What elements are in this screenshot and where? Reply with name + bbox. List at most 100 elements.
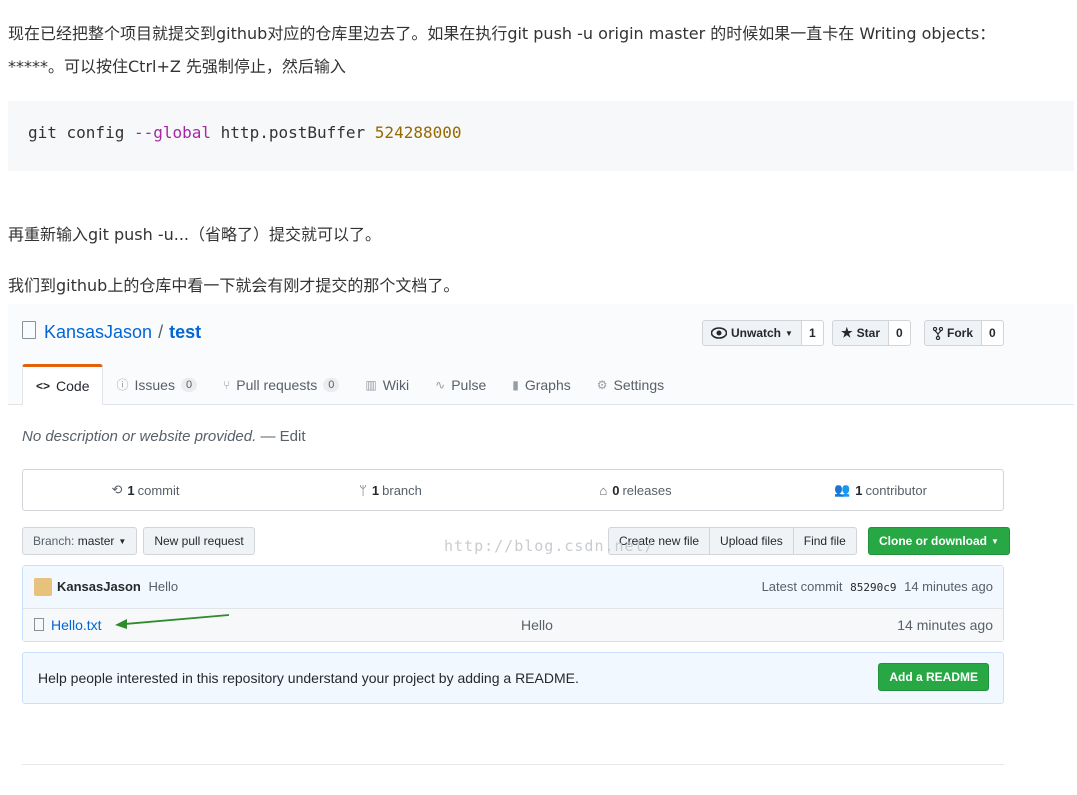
fork-action: Fork 0	[924, 320, 1004, 346]
divider	[22, 764, 1004, 765]
issue-icon: ⓘ	[116, 378, 129, 392]
releases-count: 0	[612, 482, 620, 498]
pulse-icon: ∿	[435, 377, 446, 392]
article-paragraph-1-line-1: 现在已经把整个项目就提交到github对应的仓库里边去了。如果在执行git pu…	[8, 24, 996, 43]
clone-or-download-button[interactable]: Clone or download ▼	[868, 527, 1010, 555]
tab-issues[interactable]: ⓘ Issues 0	[103, 364, 210, 405]
tab-pull-requests[interactable]: ⑂ Pull requests 0	[210, 364, 352, 405]
file-name-link[interactable]: Hello.txt	[51, 617, 102, 633]
tab-code[interactable]: <> Code	[22, 364, 104, 405]
tab-pulse-label: Pulse	[451, 376, 487, 393]
repo-icon	[22, 320, 36, 339]
avatar	[34, 578, 52, 596]
file-table: KansasJason Hello Latest commit 85290c9 …	[22, 565, 1004, 642]
chevron-down-icon: ▼	[991, 536, 999, 546]
star-button[interactable]: ★ Star	[832, 320, 889, 346]
commit-sha-link[interactable]: 85290c9	[850, 581, 896, 594]
commit-message[interactable]: Hello	[148, 579, 178, 594]
graph-icon: ▮	[512, 377, 519, 392]
summary-contributors[interactable]: 👥 1 contributor	[758, 470, 1003, 510]
add-readme-button[interactable]: Add a README	[878, 663, 989, 691]
code-icon: <>	[36, 379, 51, 393]
new-pull-request-button[interactable]: New pull request	[143, 527, 255, 555]
repo-owner-link[interactable]: KansasJason	[44, 322, 152, 343]
tab-settings[interactable]: ⚙ Settings	[584, 364, 677, 405]
code-value: 524288000	[374, 123, 462, 142]
repo-description: No description or website provided. — Ed…	[22, 428, 305, 445]
star-action: ★ Star 0	[832, 320, 911, 346]
fork-icon	[933, 326, 943, 340]
summary-commits[interactable]: ⟲ 1 commit	[23, 470, 268, 510]
branches-label: branch	[382, 482, 422, 498]
repo-tabs: <> Code ⓘ Issues 0 ⑂ Pull requests 0 ▥ W…	[22, 364, 677, 405]
branches-count: 1	[371, 482, 380, 498]
clone-label: Clone or download	[879, 534, 987, 548]
repo-name-link[interactable]: test	[169, 322, 201, 343]
edit-description-link[interactable]: — Edit	[260, 428, 305, 445]
chevron-down-icon: ▼	[118, 536, 127, 546]
file-commit-message[interactable]: Hello	[521, 617, 553, 633]
tab-settings-label: Settings	[613, 376, 665, 393]
article-paragraph-1-line-2: *****。可以按住Ctrl+Z 先强制停止，然后输入	[8, 57, 346, 76]
tab-pull-requests-label: Pull requests	[236, 376, 318, 393]
fork-count[interactable]: 0	[982, 320, 1004, 346]
eye-icon	[711, 327, 727, 339]
branch-prefix: Branch:	[33, 534, 75, 548]
watch-count[interactable]: 1	[801, 320, 824, 346]
star-icon: ★	[841, 325, 853, 340]
latest-commit-row: KansasJason Hello Latest commit 85290c9 …	[23, 566, 1003, 609]
description-text: No description or website provided.	[22, 428, 257, 445]
repo-separator: /	[158, 322, 164, 342]
contributors-label: contributor	[865, 482, 927, 498]
releases-label: releases	[622, 482, 672, 498]
commits-label: commit	[137, 482, 180, 498]
tab-graphs-label: Graphs	[524, 376, 571, 393]
readme-help-text: Help people interested in this repositor…	[38, 670, 579, 686]
history-icon: ⟲	[111, 482, 123, 497]
code-line: git config --global http.postBuffer 5242…	[28, 123, 462, 142]
file-icon	[34, 618, 44, 631]
repo-summary: ⟲ 1 commit ᛘ 1 branch ⌂ 0 releases 👥 1 c…	[22, 469, 1004, 511]
commit-author-name: KansasJason	[57, 579, 141, 594]
commits-count: 1	[127, 482, 135, 498]
tab-graphs[interactable]: ▮ Graphs	[499, 364, 584, 405]
summary-releases[interactable]: ⌂ 0 releases	[513, 470, 758, 510]
clone-action: Clone or download ▼	[868, 527, 1010, 555]
code-block: git config --global http.postBuffer 5242…	[8, 101, 1074, 171]
find-file-button[interactable]: Find file	[792, 527, 857, 555]
branch-select-button[interactable]: Branch: master ▼	[22, 527, 138, 555]
tab-pulse[interactable]: ∿ Pulse	[422, 364, 499, 405]
branch-icon: ᛘ	[359, 482, 367, 498]
pull-request-icon: ⑂	[223, 377, 231, 392]
tab-wiki[interactable]: ▥ Wiki	[352, 364, 422, 405]
file-age: 14 minutes ago	[897, 617, 993, 633]
arrow-annotation-icon	[115, 614, 230, 629]
fork-label: Fork	[947, 326, 974, 340]
article-paragraph-3: 我们到github上的仓库中看一下就会有刚才提交的那个文档了。	[8, 276, 460, 295]
fork-button[interactable]: Fork	[924, 320, 983, 346]
commit-author[interactable]: KansasJason Hello	[57, 579, 178, 594]
upload-files-button[interactable]: Upload files	[709, 527, 794, 555]
unwatch-label: Unwatch	[731, 326, 782, 340]
branch-controls: Branch: master ▼ New pull request	[22, 527, 255, 555]
watermark-text: http://blog.csdn.net/	[444, 537, 655, 555]
people-icon: 👥	[834, 482, 851, 497]
star-count[interactable]: 0	[889, 320, 911, 346]
readme-prompt: Help people interested in this repositor…	[22, 652, 1004, 704]
tab-code-label: Code	[56, 378, 90, 394]
article-paragraph-2: 再重新输入git push -u...（省略了）提交就可以了。	[8, 225, 381, 244]
summary-branches[interactable]: ᛘ 1 branch	[268, 470, 513, 510]
tab-issues-label: Issues	[134, 376, 175, 393]
branch-name: master	[77, 534, 115, 548]
unwatch-button[interactable]: Unwatch ▼	[702, 320, 802, 346]
code-flag: --global	[133, 123, 212, 142]
commit-age: 14 minutes ago	[904, 579, 993, 594]
gear-icon: ⚙	[596, 377, 608, 392]
code-key: http.postBuffer	[211, 123, 375, 142]
star-label: Star	[856, 326, 880, 340]
latest-commit-label: Latest commit	[761, 579, 843, 594]
repo-title: KansasJason / test	[22, 320, 201, 343]
chevron-down-icon: ▼	[785, 328, 793, 338]
contributors-count: 1	[855, 482, 863, 498]
tab-wiki-label: Wiki	[382, 376, 410, 393]
